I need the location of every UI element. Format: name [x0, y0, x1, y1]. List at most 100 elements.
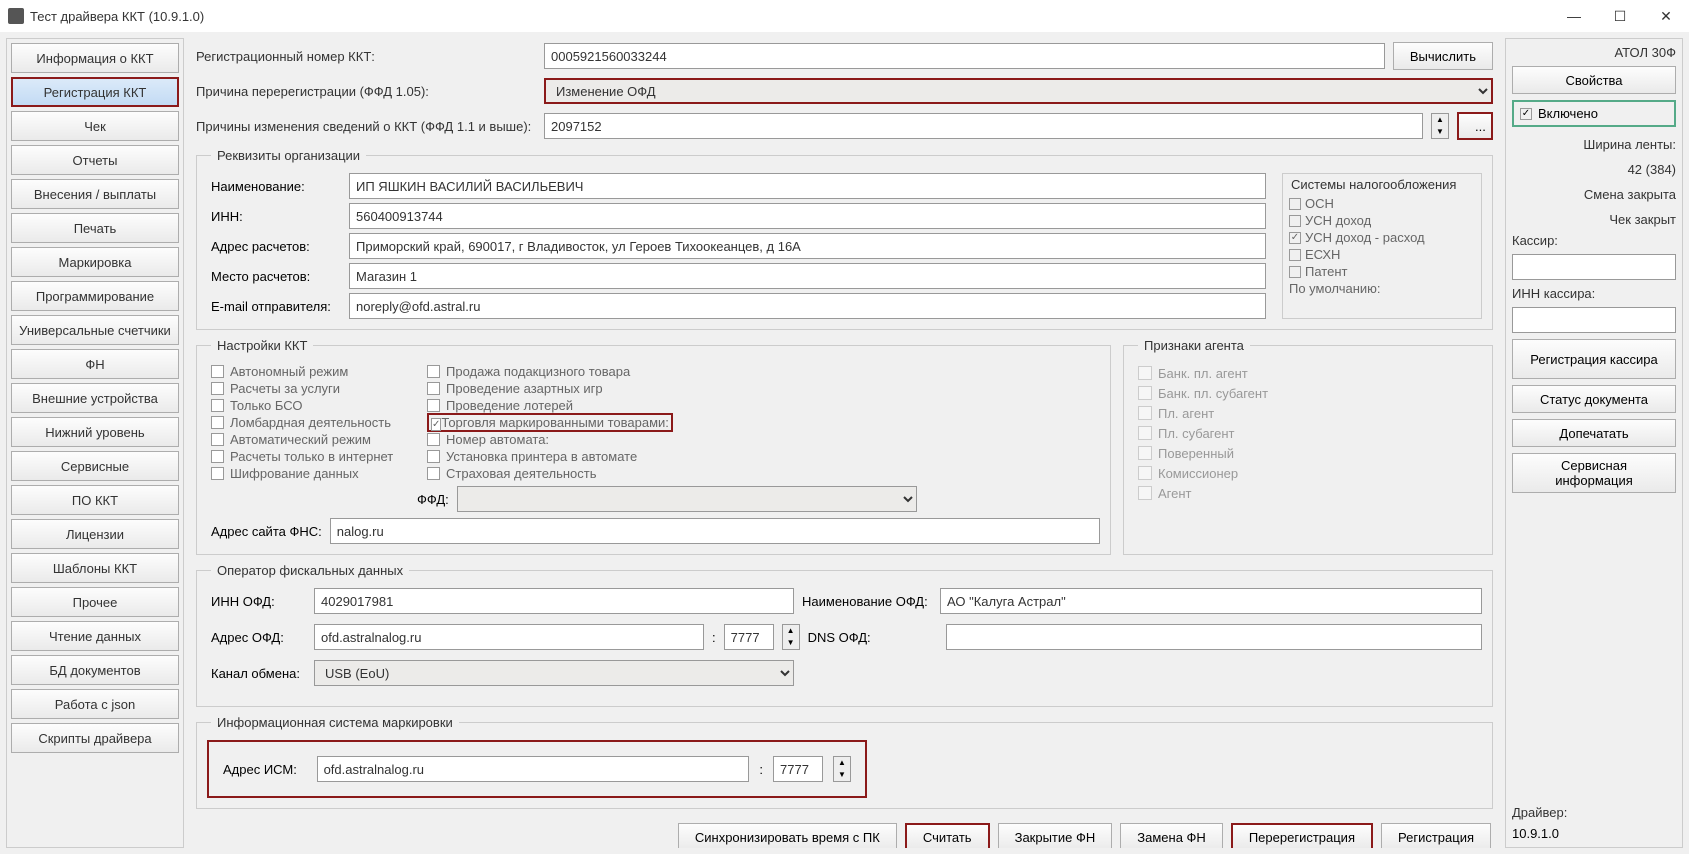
nav-item-9[interactable]: ФН: [11, 349, 179, 379]
ofd-channel-select[interactable]: USB (EoU): [314, 660, 794, 686]
nav-item-13[interactable]: ПО ККТ: [11, 485, 179, 515]
org-addr-input[interactable]: [349, 233, 1266, 259]
ffd-select[interactable]: [457, 486, 917, 512]
nav-item-10[interactable]: Внешние устройства: [11, 383, 179, 413]
nav-item-7[interactable]: Программирование: [11, 281, 179, 311]
agent-option[interactable]: Пл. субагент: [1138, 423, 1482, 443]
kkt-option[interactable]: Автоматический режим: [211, 431, 411, 448]
reprint-button[interactable]: Допечатать: [1512, 419, 1676, 447]
kkt-option-label: Только БСО: [230, 398, 303, 413]
nav-item-2[interactable]: Чек: [11, 111, 179, 141]
ofd-name-input[interactable]: [940, 588, 1482, 614]
nav-item-8[interactable]: Универсальные счетчики: [11, 315, 179, 345]
change-reasons-ellipsis-button[interactable]: ...: [1457, 112, 1493, 140]
nav-item-0[interactable]: Информация о ККТ: [11, 43, 179, 73]
fns-addr-input[interactable]: [330, 518, 1100, 544]
close-button[interactable]: ✕: [1643, 0, 1689, 32]
kkt-option[interactable]: Шифрование данных: [211, 465, 411, 482]
nav-item-20[interactable]: Скрипты драйвера: [11, 723, 179, 753]
kkt-option[interactable]: Страховая деятельность: [427, 465, 1100, 482]
nav-item-3[interactable]: Отчеты: [11, 145, 179, 175]
tax-item[interactable]: УСН доход: [1283, 212, 1481, 229]
ofd-port-spinner[interactable]: ▲▼: [782, 624, 800, 650]
ism-port-spinner[interactable]: ▲▼: [833, 756, 851, 782]
reg-cashier-button[interactable]: Регистрация кассира: [1512, 339, 1676, 379]
ofd-dns-input[interactable]: [946, 624, 1482, 650]
ism-port-input[interactable]: [773, 756, 823, 782]
nav-item-6[interactable]: Маркировка: [11, 247, 179, 277]
kkt-option[interactable]: Установка принтера в автомате: [427, 448, 1100, 465]
kkt-option[interactable]: Только БСО: [211, 397, 411, 414]
nav-item-17[interactable]: Чтение данных: [11, 621, 179, 651]
kkt-option[interactable]: ✓Торговля маркированными товарами:: [427, 414, 1100, 431]
agent-option[interactable]: Поверенный: [1138, 443, 1482, 463]
agent-option[interactable]: Комиссионер: [1138, 463, 1482, 483]
tax-item[interactable]: ✓УСН доход - расход: [1283, 229, 1481, 246]
kkt-option-label: Проведение азартных игр: [446, 381, 603, 396]
nav-item-19[interactable]: Работа с json: [11, 689, 179, 719]
nav-item-16[interactable]: Прочее: [11, 587, 179, 617]
cashier-inn-input[interactable]: [1512, 307, 1676, 333]
kkt-option[interactable]: Расчеты за услуги: [211, 380, 411, 397]
kkt-option[interactable]: Проведение азартных игр: [427, 380, 1100, 397]
sync-time-button[interactable]: Синхронизировать время с ПК: [678, 823, 897, 848]
ofd-addr-input[interactable]: [314, 624, 704, 650]
maximize-button[interactable]: ☐: [1597, 0, 1643, 32]
nav-item-18[interactable]: БД документов: [11, 655, 179, 685]
nav-item-4[interactable]: Внесения / выплаты: [11, 179, 179, 209]
kkt-option[interactable]: Ломбардная деятельность: [211, 414, 411, 431]
reg-button[interactable]: Регистрация: [1381, 823, 1491, 848]
replace-fn-button[interactable]: Замена ФН: [1120, 823, 1223, 848]
agent-option[interactable]: Банк. пл. субагент: [1138, 383, 1482, 403]
tax-item[interactable]: ОСН: [1283, 195, 1481, 212]
window-title: Тест драйвера ККТ (10.9.1.0): [30, 9, 204, 24]
checkbox-icon: [211, 416, 224, 429]
doc-status-button[interactable]: Статус документа: [1512, 385, 1676, 413]
tax-item[interactable]: Патент: [1283, 263, 1481, 280]
nav-item-12[interactable]: Сервисные: [11, 451, 179, 481]
change-reasons-input[interactable]: [544, 113, 1423, 139]
kkt-option[interactable]: Расчеты только в интернет: [211, 448, 411, 465]
tax-systems-box: Системы налогообложения ОСНУСН доход✓УСН…: [1282, 173, 1482, 319]
nav-item-15[interactable]: Шаблоны ККТ: [11, 553, 179, 583]
minimize-button[interactable]: —: [1551, 0, 1597, 32]
tax-item[interactable]: ЕСХН: [1283, 246, 1481, 263]
cashier-inn-label: ИНН кассира:: [1512, 286, 1676, 301]
kkt-option[interactable]: Проведение лотерей: [427, 397, 1100, 414]
ofd-port-colon: :: [712, 630, 716, 645]
agent-option[interactable]: Пл. агент: [1138, 403, 1482, 423]
rereg-button[interactable]: Перерегистрация: [1231, 823, 1373, 848]
service-info-button[interactable]: Сервисная информация: [1512, 453, 1676, 493]
rereg-reason-select[interactable]: Изменение ОФД: [544, 78, 1493, 104]
cashier-input[interactable]: [1512, 254, 1676, 280]
enabled-checkbox[interactable]: ✓ Включено: [1512, 100, 1676, 127]
properties-button[interactable]: Свойства: [1512, 66, 1676, 94]
main-panel: Регистрационный номер ККТ: Вычислить При…: [190, 38, 1499, 848]
kkt-option[interactable]: Автономный режим: [211, 363, 411, 380]
reg-num-input[interactable]: [544, 43, 1385, 69]
agent-option[interactable]: Банк. пл. агент: [1138, 363, 1482, 383]
nav-item-5[interactable]: Печать: [11, 213, 179, 243]
read-button[interactable]: Считать: [905, 823, 990, 848]
kkt-option[interactable]: Продажа подакцизного товара: [427, 363, 1100, 380]
agent-option[interactable]: Агент: [1138, 483, 1482, 503]
org-email-input[interactable]: [349, 293, 1266, 319]
agent-option-label: Банк. пл. агент: [1158, 366, 1248, 381]
nav-item-1[interactable]: Регистрация ККТ: [11, 77, 179, 107]
marked-goods-option[interactable]: ✓Торговля маркированными товарами:: [427, 413, 673, 432]
ism-addr-input[interactable]: [317, 756, 750, 782]
change-reasons-spinner[interactable]: ▲▼: [1431, 113, 1449, 139]
ofd-inn-input[interactable]: [314, 588, 794, 614]
nav-item-11[interactable]: Нижний уровень: [11, 417, 179, 447]
rereg-reason-label: Причина перерегистрации (ФФД 1.05):: [196, 84, 536, 99]
agent-option-label: Пл. агент: [1158, 406, 1214, 421]
ofd-port-input[interactable]: [724, 624, 774, 650]
org-name-input[interactable]: [349, 173, 1266, 199]
calc-button[interactable]: Вычислить: [1393, 42, 1493, 70]
fns-addr-label: Адрес сайта ФНС:: [211, 524, 322, 539]
org-place-input[interactable]: [349, 263, 1266, 289]
nav-item-14[interactable]: Лицензии: [11, 519, 179, 549]
close-fn-button[interactable]: Закрытие ФН: [998, 823, 1113, 848]
org-inn-input[interactable]: [349, 203, 1266, 229]
kkt-option[interactable]: Номер автомата:: [427, 431, 1100, 448]
